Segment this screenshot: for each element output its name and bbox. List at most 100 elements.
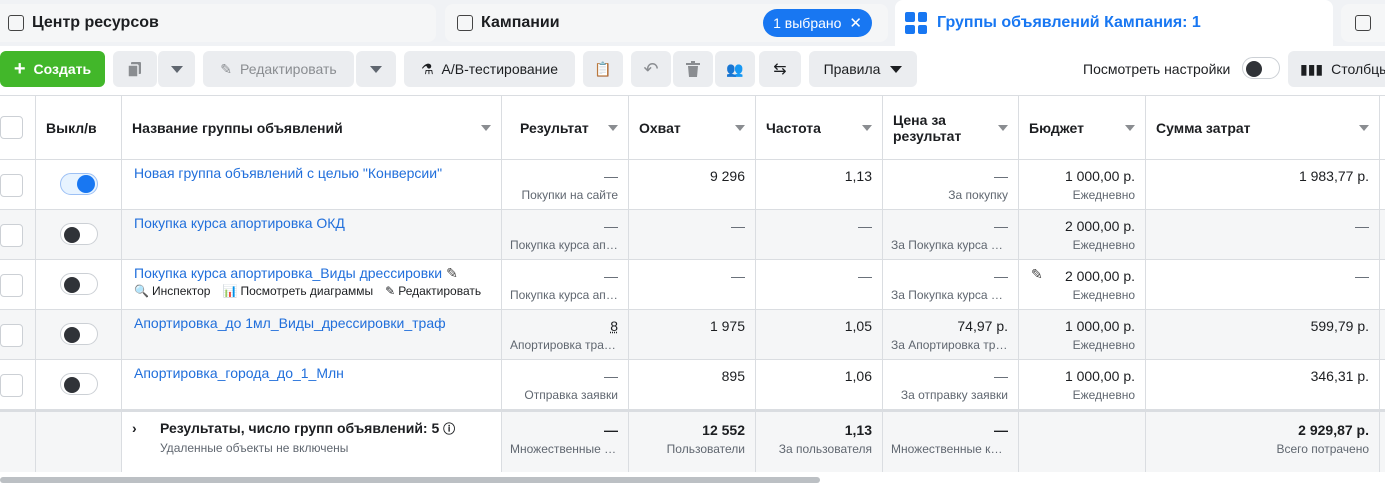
- row-budget[interactable]: 1 000,00 р. Ежедневно: [1019, 360, 1146, 409]
- compare-button[interactable]: ⇆: [759, 51, 801, 87]
- columns-button[interactable]: ▮▮▮ Столбцы: [1288, 51, 1385, 87]
- columns-icon: ▮▮▮: [1300, 60, 1324, 77]
- inspector-link[interactable]: 🔍 Инспектор: [134, 284, 210, 298]
- ab-test-label: A/B-тестирование: [441, 61, 559, 77]
- row-result-value: —: [604, 168, 618, 184]
- row-budget[interactable]: 2 000,00 р. Ежедневно: [1019, 210, 1146, 259]
- toggle-knob: [64, 327, 80, 343]
- col-cost-per-result[interactable]: Цена за результат: [883, 96, 1019, 159]
- row-cpr-value: —: [994, 268, 1008, 284]
- duplicate-icon: [127, 62, 141, 78]
- row-checkbox[interactable]: [0, 174, 23, 197]
- row-checkbox[interactable]: [0, 224, 23, 247]
- row-toggle[interactable]: [60, 273, 98, 295]
- edit-dropdown[interactable]: [356, 51, 396, 87]
- row-spent: —: [1146, 260, 1380, 309]
- col-reach[interactable]: Охват: [629, 96, 756, 159]
- row-frequency: 1,05: [756, 310, 883, 359]
- row-budget[interactable]: 1 000,00 р. Ежедневно: [1019, 310, 1146, 359]
- col-cpr-label: Цена за результат: [893, 111, 962, 144]
- totals-cpr: — Множественные конверсии: [883, 412, 1019, 472]
- ad-group-name-link[interactable]: Апортировка_города_до_1_Млн: [134, 365, 344, 381]
- ab-test-button[interactable]: ⚗ A/B-тестирование: [404, 51, 575, 87]
- create-label: Создать: [33, 61, 92, 77]
- clipboard-icon: [8, 15, 24, 31]
- campaigns-selected-pill[interactable]: 1 выбрано ✕: [763, 9, 872, 37]
- row-result: — Покупки на сайте: [502, 160, 629, 209]
- sort-icon[interactable]: [608, 125, 618, 131]
- pencil-icon[interactable]: ✎: [446, 265, 458, 281]
- undo-button[interactable]: ↶: [631, 51, 671, 87]
- toggle-knob: [64, 227, 80, 243]
- select-all-checkbox[interactable]: [0, 116, 23, 139]
- ad-group-name-link[interactable]: Новая группа объявлений с целью "Конверс…: [134, 165, 442, 181]
- col-name[interactable]: Название группы объявлений: [122, 96, 502, 159]
- edit-link-label: Редактировать: [398, 284, 482, 298]
- info-icon[interactable]: ⓘ: [443, 422, 455, 436]
- tab-campaigns[interactable]: Кампании 1 выбрано ✕: [445, 4, 888, 42]
- row-result-value: —: [604, 218, 618, 234]
- ad-group-name-link[interactable]: Апортировка_до 1мл_Виды_дрессировки_траф: [134, 315, 446, 331]
- sort-icon[interactable]: [735, 125, 745, 131]
- col-spent[interactable]: Сумма затрат: [1146, 96, 1380, 159]
- ad-group-name-link[interactable]: Покупка курса апортировка ОКД: [134, 215, 345, 231]
- col-frequency[interactable]: Частота: [756, 96, 883, 159]
- row-frequency-value: 1,13: [844, 168, 872, 184]
- edit-button[interactable]: ✎ Редактировать: [203, 51, 354, 87]
- pencil-icon: ✎: [220, 60, 232, 77]
- clipboard-icon: 📋: [594, 60, 612, 77]
- row-checkbox[interactable]: [0, 274, 23, 297]
- audience-button[interactable]: 👥: [715, 51, 755, 87]
- edit-link[interactable]: ✎ Редактировать: [385, 284, 481, 298]
- sort-icon[interactable]: [862, 125, 872, 131]
- col-result[interactable]: Результат: [502, 96, 629, 159]
- row-result: — Покупка курса апортировка: [502, 260, 629, 309]
- duplicate-button[interactable]: [113, 51, 157, 87]
- col-budget[interactable]: Бюджет: [1019, 96, 1146, 159]
- duplicate-dropdown[interactable]: [157, 51, 195, 87]
- ad-group-name-link[interactable]: Покупка курса апортировка_Виды дрессиров…: [134, 265, 442, 281]
- tab-ad-groups[interactable]: Группы объявлений Кампания: 1: [895, 0, 1333, 46]
- report-button[interactable]: 📋: [583, 51, 623, 87]
- totals-frequency-value: 1,13: [844, 422, 872, 438]
- horizontal-scrollbar[interactable]: [0, 477, 820, 483]
- row-toggle[interactable]: [60, 323, 98, 345]
- view-settings-toggle[interactable]: [1242, 57, 1280, 79]
- chevron-right-icon[interactable]: ›: [132, 420, 137, 436]
- row-toggle[interactable]: [60, 373, 98, 395]
- row-name-cell: Покупка курса апортировка ОКД: [122, 210, 502, 259]
- tab-resource-center[interactable]: Центр ресурсов: [0, 4, 436, 42]
- col-result-label: Результат: [520, 119, 589, 136]
- sort-icon[interactable]: [481, 125, 491, 131]
- row-reach-value: 9 296: [709, 168, 745, 184]
- table-header: Выкл/в Название группы объявлений Резуль…: [0, 96, 1385, 160]
- row-budget[interactable]: ✎ 2 000,00 р. Ежедневно: [1019, 260, 1146, 309]
- row-name-wrap: Покупка курса апортировка ОКД: [134, 215, 501, 231]
- row-frequency: 1,06: [756, 360, 883, 409]
- row-budget[interactable]: 1 000,00 р. Ежедневно: [1019, 160, 1146, 209]
- row-cpr: — За покупку: [883, 160, 1019, 209]
- charts-link[interactable]: 📊 Посмотреть диаграммы: [222, 284, 373, 298]
- sort-icon[interactable]: [1125, 125, 1135, 131]
- row-checkbox[interactable]: [0, 324, 23, 347]
- row-cpr: — За отправку заявки: [883, 360, 1019, 409]
- clear-selection-icon[interactable]: ✕: [849, 14, 862, 32]
- row-checkbox-cell: [0, 360, 36, 409]
- rules-button[interactable]: Правила: [809, 51, 917, 87]
- totals-row: › Результаты, число групп объявлений: 5 …: [0, 410, 1385, 472]
- trash-icon: [686, 61, 700, 77]
- row-toggle[interactable]: [60, 173, 98, 195]
- pencil-icon[interactable]: ✎: [1031, 266, 1043, 283]
- row-checkbox[interactable]: [0, 374, 23, 397]
- create-button[interactable]: + Создать: [0, 51, 105, 87]
- col-reach-label: Охват: [639, 119, 681, 136]
- totals-result-sub: Множественные конверсии: [510, 442, 618, 456]
- row-toggle[interactable]: [60, 223, 98, 245]
- col-onoff[interactable]: Выкл/в: [36, 96, 122, 159]
- sort-icon[interactable]: [1359, 125, 1369, 131]
- sort-icon[interactable]: [998, 125, 1008, 131]
- delete-button[interactable]: [673, 51, 713, 87]
- tab-ads[interactable]: [1341, 4, 1385, 42]
- totals-label: Результаты, число групп объявлений: 5: [160, 420, 440, 436]
- row-name-wrap: Покупка курса апортировка_Виды дрессиров…: [134, 265, 501, 282]
